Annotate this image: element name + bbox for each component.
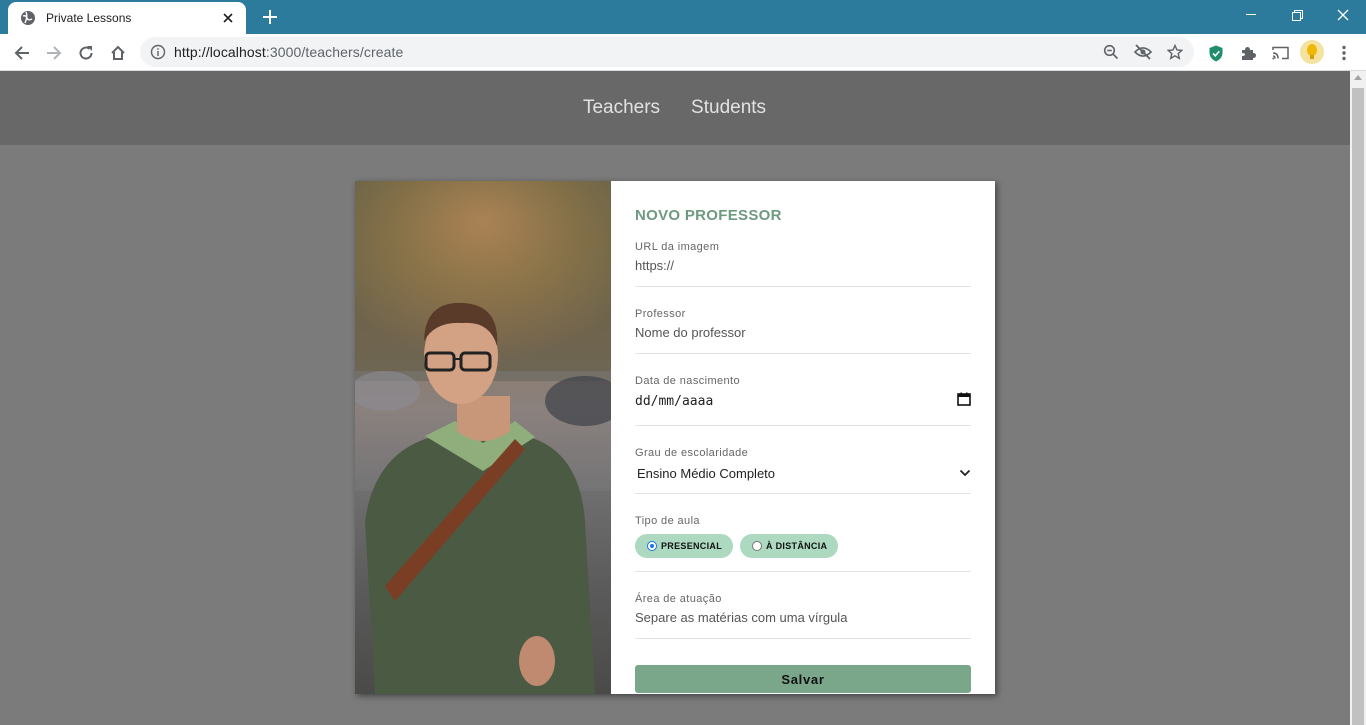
birth-date-label: Data de nascimento <box>635 375 741 387</box>
restore-icon[interactable] <box>1274 0 1320 30</box>
class-type-label: Tipo de aula <box>635 515 700 527</box>
avatar-url-input[interactable]: https:// <box>635 258 971 273</box>
teacher-form-card: NOVO PROFESSOR URL da imagem https:// Pr… <box>355 181 995 694</box>
minimize-icon[interactable] <box>1228 0 1274 30</box>
birth-date-input[interactable]: dd/mm/aaaa <box>635 392 971 411</box>
education-select[interactable]: Ensino Médio Completo <box>635 464 971 482</box>
reload-icon[interactable] <box>72 39 100 67</box>
page-viewport: Teachers Students NOVO PROFESSOR URL da … <box>0 71 1350 725</box>
teacher-name-input[interactable]: Nome do professor <box>635 325 971 340</box>
form-title: NOVO PROFESSOR <box>635 207 782 224</box>
puzzle-icon[interactable] <box>1234 39 1262 67</box>
zoom-icon[interactable] <box>1100 41 1122 63</box>
info-icon[interactable] <box>150 44 166 60</box>
avatar-url-label: URL da imagem <box>635 241 720 253</box>
teacher-name-label: Professor <box>635 308 686 320</box>
radio-presencial-dot[interactable] <box>647 541 657 551</box>
subjects-field: Área de atuação Separe as matérias com u… <box>635 593 971 639</box>
close-icon[interactable] <box>220 10 236 26</box>
class-type-options: PRESENCIAL À DISTÂNCIA <box>635 534 971 558</box>
menu-dots-icon[interactable] <box>1330 39 1358 67</box>
avatar-url-field: URL da imagem https:// <box>635 241 971 287</box>
profile-avatar[interactable] <box>1300 40 1324 64</box>
subjects-input[interactable]: Separe as matérias com uma vírgula <box>635 610 971 625</box>
teacher-name-field: Professor Nome do professor <box>635 308 971 354</box>
site-header: Teachers Students <box>0 71 1350 145</box>
browser-toolbar: http://localhost:3000/teachers/create <box>0 34 1366 71</box>
scroll-up-arrow[interactable] <box>1354 75 1362 80</box>
chevron-down-icon <box>959 464 971 482</box>
cast-icon[interactable] <box>1266 39 1294 67</box>
radio-distancia-label: À DISTÂNCIA <box>766 541 828 551</box>
education-selected: Ensino Médio Completo <box>637 465 776 481</box>
save-button[interactable]: Salvar <box>635 665 971 693</box>
tab-title: Private Lessons <box>46 11 132 25</box>
education-label: Grau de escolaridade <box>635 447 749 459</box>
birth-date-placeholder: dd/mm/aaaa <box>635 394 714 409</box>
scroll-thumb[interactable] <box>1352 88 1364 725</box>
page-scrollbar[interactable] <box>1350 71 1366 725</box>
tab-strip: Private Lessons <box>0 0 1366 34</box>
radio-presencial[interactable]: PRESENCIAL <box>635 534 734 558</box>
radio-distancia-dot[interactable] <box>752 541 763 551</box>
education-field: Grau de escolaridade Ensino Médio Comple… <box>635 447 971 494</box>
forward-icon[interactable] <box>40 39 68 67</box>
address-bar[interactable]: http://localhost:3000/teachers/create <box>140 37 1194 67</box>
plus-icon[interactable] <box>258 6 282 28</box>
nav-link-students[interactable]: Students <box>691 97 766 119</box>
star-icon[interactable] <box>1164 41 1186 63</box>
teacher-form: NOVO PROFESSOR URL da imagem https:// Pr… <box>611 181 995 694</box>
birth-date-field: Data de nascimento dd/mm/aaaa <box>635 375 971 426</box>
radio-distancia[interactable]: À DISTÂNCIA <box>740 534 839 558</box>
radio-presencial-label: PRESENCIAL <box>661 541 723 551</box>
eye-off-icon[interactable] <box>1132 41 1154 63</box>
close-window-icon[interactable] <box>1320 0 1366 30</box>
browser-tab[interactable]: Private Lessons <box>8 2 246 34</box>
back-icon[interactable] <box>8 39 36 67</box>
home-icon[interactable] <box>104 39 132 67</box>
shield-icon[interactable] <box>1202 39 1230 67</box>
nav-link-teachers[interactable]: Teachers <box>583 97 660 119</box>
globe-icon <box>20 10 36 26</box>
teacher-photo <box>355 181 611 694</box>
subjects-label: Área de atuação <box>635 593 722 605</box>
calendar-icon[interactable] <box>957 392 971 411</box>
class-type-field: Tipo de aula PRESENCIAL À DISTÂNCIA <box>635 515 971 572</box>
url-text: http://localhost:3000/teachers/create <box>174 44 404 60</box>
